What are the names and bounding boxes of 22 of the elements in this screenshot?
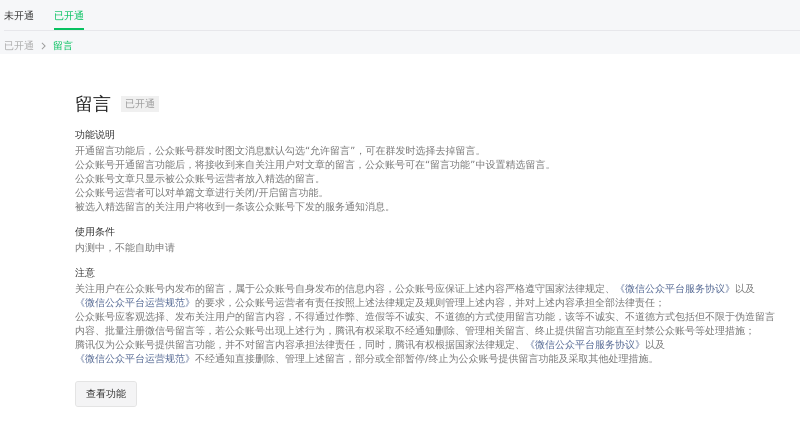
paragraph: 公众账号开通留言功能后，将接收到来自关注用户对文章的留言，公众账号可在“留言功能”中设置精选留言。 [75, 159, 556, 173]
link[interactable]: 《微信公众平台运营规范》 [75, 298, 195, 309]
paragraph: 公众账号运营者可以对单篇文章进行关闭/开启留言功能。 [75, 187, 330, 201]
link[interactable]: 《微信公众平台服务协议》 [615, 284, 735, 295]
paragraph: 腾讯仅为公众账号提供留言功能，并不对留言内容承担法律责任，同时，腾讯有权根据国家法律规定、《微信公众平台服务协议》以及 《微信公众平台运营规范》不经通知直接删除、管理上述留言，部分或全部暂停/终止为公众账号提供留言功能及采取其他处理措施。 [75, 339, 666, 367]
section-heading: 注意 [75, 266, 96, 280]
link[interactable]: 《微信公众平台服务协议》 [525, 340, 645, 351]
view-feature-button[interactable]: 查看功能 [75, 381, 137, 407]
tab[interactable]: 未开通 [4, 6, 34, 30]
paragraph: 内测中，不能自助申请 [75, 242, 176, 256]
chevron-right-icon [41, 42, 46, 50]
paragraph: 公众账号文章只显示被公众账号运营者放入精选的留言。 [75, 173, 326, 187]
status-badge: 已开通 [121, 96, 159, 112]
paragraph: 公众账号应客观选择、发布关注用户的留言内容，不得通过作弊、造假等不诚实、不道德的方式使用留言功能，该等不诚实、不道德方式包括但不限于伪造留言内容、批量注册微信号留言等，若公众账号出现上述行为，腾讯有权采取不经通知删除、管理相关留言、终止提供留言功能直至封禁公众账号等处理措施； [75, 311, 776, 339]
breadcrumb-item: 留言 [53, 40, 73, 53]
paragraph: 关注用户在公众账号内发布的留言，属于公众账号自身发布的信息内容，公众账号应保证上述内容严格遵守国家法律规定、《微信公众平台服务协议》以及 《微信公众平台运营规范》的要求，公众账号运营者有责任按照上述法律规定及规则管理上述内容，并对上述内容承担全部法律责任； [75, 283, 756, 311]
paragraph: 被选入精选留言的关注用户将收到一条该公众账号下发的服务通知消息。 [75, 201, 396, 215]
paragraph: 开通留言功能后，公众账号群发时图文消息默认勾选“允许留言”，可在群发时选择去掉留言。 [75, 145, 486, 159]
section-heading: 功能说明 [75, 128, 116, 142]
link[interactable]: 《微信公众平台运营规范》 [75, 354, 195, 365]
section-heading: 使用条件 [75, 226, 116, 239]
page-title: 留言 [75, 93, 111, 116]
